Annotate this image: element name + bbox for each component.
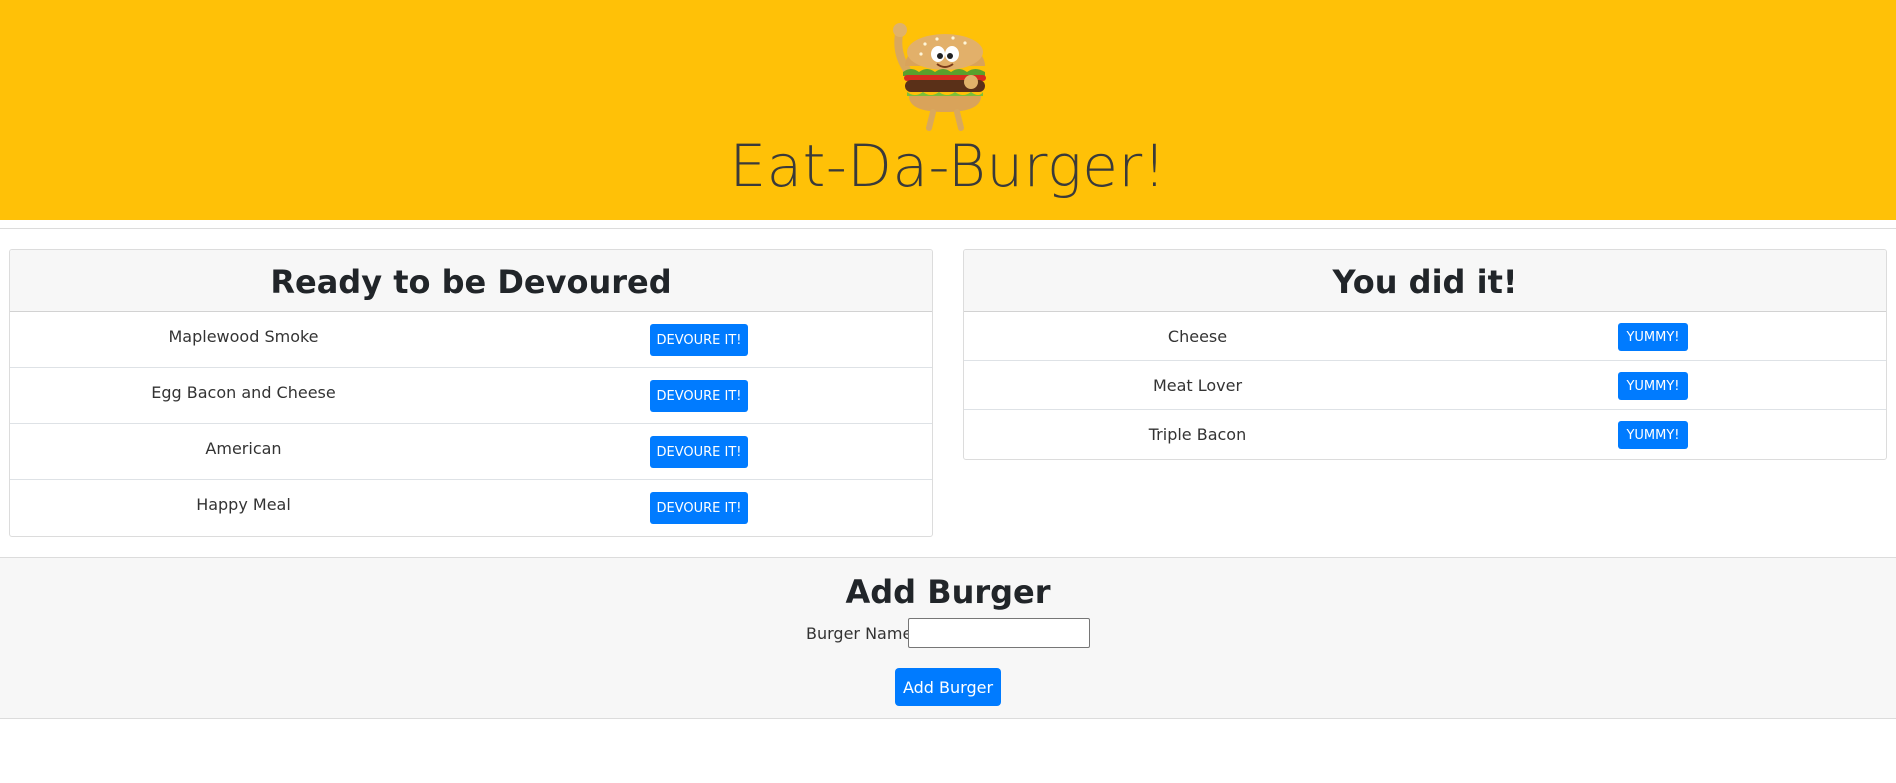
card-title: Ready to be Devoured xyxy=(10,250,932,312)
burger-name-input[interactable] xyxy=(908,618,1090,648)
burger-name: American xyxy=(205,439,282,458)
ready-to-devour-card: Ready to be Devoured Maplewood Smoke DEV… xyxy=(9,249,933,537)
burger-name: Egg Bacon and Cheese xyxy=(151,383,336,402)
burger-name: Happy Meal xyxy=(196,495,291,514)
devoured-card: You did it! Cheese YUMMY! Meat Lover YUM… xyxy=(963,249,1887,460)
page-title: Eat-Da-Burger! xyxy=(729,132,1167,200)
burger-name: Cheese xyxy=(1167,327,1228,346)
list-item: Maplewood Smoke DEVOURE IT! xyxy=(10,312,932,368)
devour-button[interactable]: DEVOURE IT! xyxy=(650,324,748,356)
devour-button[interactable]: DEVOURE IT! xyxy=(650,436,748,468)
add-burger-button[interactable]: Add Burger xyxy=(895,668,1001,706)
card-title: You did it! xyxy=(964,250,1886,312)
yummy-button[interactable]: YUMMY! xyxy=(1618,421,1688,449)
burger-mascot-icon xyxy=(893,23,986,131)
yummy-button[interactable]: YUMMY! xyxy=(1618,372,1688,400)
devour-button[interactable]: DEVOURE IT! xyxy=(650,492,748,524)
list-item: Cheese YUMMY! xyxy=(964,312,1886,361)
header-banner: Eat-Da-Burger! xyxy=(0,0,1896,220)
list-item: Egg Bacon and Cheese DEVOURE IT! xyxy=(10,368,932,424)
list-item: American DEVOURE IT! xyxy=(10,424,932,480)
burger-name: Meat Lover xyxy=(1152,376,1243,395)
add-burger-form: Add Burger Burger Name: Add Burger xyxy=(0,557,1896,719)
list-item: Meat Lover YUMMY! xyxy=(964,361,1886,410)
list-item: Happy Meal DEVOURE IT! xyxy=(10,480,932,536)
list-item: Triple Bacon YUMMY! xyxy=(964,410,1886,459)
form-title: Add Burger xyxy=(845,573,1051,611)
yummy-button[interactable]: YUMMY! xyxy=(1618,323,1688,351)
burger-name-label: Burger Name: xyxy=(806,624,918,643)
burger-name: Maplewood Smoke xyxy=(168,327,319,346)
devour-button[interactable]: DEVOURE IT! xyxy=(650,380,748,412)
divider xyxy=(0,228,1896,229)
burger-name: Triple Bacon xyxy=(1148,425,1247,444)
